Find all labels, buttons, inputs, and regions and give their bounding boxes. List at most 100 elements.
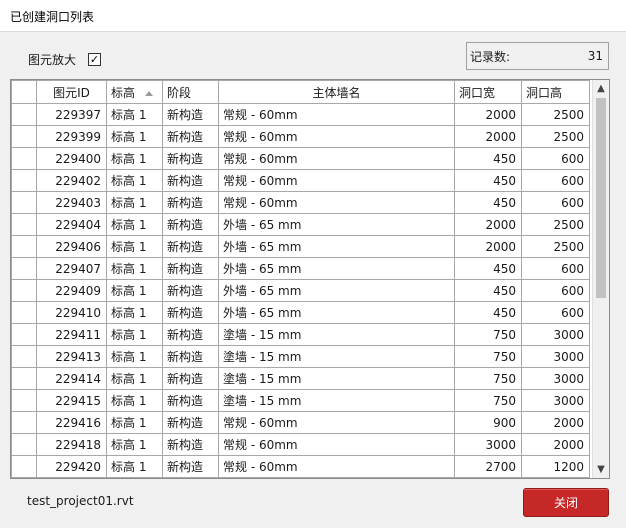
table-cell[interactable]: 新构造 [162,389,219,412]
table-cell[interactable]: 新构造 [162,103,219,126]
table-cell[interactable]: 标高 1 [106,411,163,434]
table-cell[interactable]: 标高 1 [106,169,163,192]
table-cell[interactable]: 外墙 - 65 mm [218,279,455,302]
table-cell[interactable]: 229410 [36,301,107,324]
table-cell[interactable]: 450 [454,191,522,214]
table-cell[interactable]: 450 [454,279,522,302]
table-cell[interactable]: 新构造 [162,235,219,258]
table-cell[interactable]: 450 [454,257,522,280]
table-cell[interactable]: 常规 - 60mm [218,411,455,434]
table-cell[interactable]: 229403 [36,191,107,214]
table-cell[interactable]: 新构造 [162,411,219,434]
table-cell[interactable]: 外墙 - 65 mm [218,235,455,258]
column-header-element-id[interactable]: 图元ID [36,80,107,104]
table-cell[interactable]: 新构造 [162,169,219,192]
table-cell[interactable]: 常规 - 60mm [218,455,455,478]
table-cell[interactable]: 新构造 [162,147,219,170]
table-row[interactable]: 229397 标高 1 新构造 常规 - 60mm 2000 2500 [11,103,590,126]
table-cell[interactable]: 常规 - 60mm [218,103,455,126]
table-cell[interactable]: 229414 [36,367,107,390]
table-cell[interactable]: 标高 1 [106,257,163,280]
zoom-checkbox[interactable]: ✓ [88,52,102,66]
table-cell[interactable]: 3000 [521,367,590,390]
table-cell[interactable]: 新构造 [162,279,219,302]
table-cell[interactable]: 229402 [36,169,107,192]
table-cell[interactable]: 229399 [36,125,107,148]
table-cell[interactable]: 新构造 [162,345,219,368]
table-cell[interactable]: 2500 [521,213,590,236]
row-header-cell[interactable] [11,257,37,280]
row-header-cell[interactable] [11,301,37,324]
table-row[interactable]: 229414 标高 1 新构造 塗墙 - 15 mm 750 3000 [11,367,590,390]
table-cell[interactable]: 229409 [36,279,107,302]
table-cell[interactable]: 450 [454,147,522,170]
table-cell[interactable]: 1200 [521,455,590,478]
column-header-height[interactable]: 洞口高 [521,80,590,104]
table-cell[interactable]: 塗墙 - 15 mm [218,389,455,412]
table-cell[interactable]: 2000 [521,411,590,434]
row-header-cell[interactable] [11,169,37,192]
table-cell[interactable]: 600 [521,147,590,170]
row-header-cell[interactable] [11,411,37,434]
table-cell[interactable]: 229404 [36,213,107,236]
table-cell[interactable]: 229418 [36,433,107,456]
scroll-thumb[interactable] [596,98,606,298]
table-cell[interactable]: 标高 1 [106,213,163,236]
table-row[interactable]: 229400 标高 1 新构造 常规 - 60mm 450 600 [11,147,590,170]
table-cell[interactable]: 750 [454,389,522,412]
table-cell[interactable]: 标高 1 [106,367,163,390]
table-cell[interactable]: 600 [521,169,590,192]
table-cell[interactable]: 450 [454,301,522,324]
table-row[interactable]: 229403 标高 1 新构造 常规 - 60mm 450 600 [11,191,590,214]
scroll-up-icon[interactable]: ▲ [593,80,609,97]
table-row[interactable]: 229407 标高 1 新构造 外墙 - 65 mm 450 600 [11,257,590,280]
table-cell[interactable]: 新构造 [162,257,219,280]
column-header-phase[interactable]: 阶段 [162,80,219,104]
table-cell[interactable]: 2000 [521,433,590,456]
table-row[interactable]: 229420 标高 1 新构造 常规 - 60mm 2700 1200 [11,455,590,478]
table-cell[interactable]: 3000 [454,433,522,456]
row-header-cell[interactable] [11,147,37,170]
close-button[interactable]: 关闭 [523,488,609,517]
scroll-down-icon[interactable]: ▼ [593,461,609,478]
table-cell[interactable]: 新构造 [162,125,219,148]
table-cell[interactable]: 常规 - 60mm [218,125,455,148]
table-cell[interactable]: 2500 [521,103,590,126]
table-cell[interactable]: 229397 [36,103,107,126]
table-row[interactable]: 229418 标高 1 新构造 常规 - 60mm 3000 2000 [11,433,590,456]
table-cell[interactable]: 新构造 [162,433,219,456]
table-cell[interactable]: 750 [454,345,522,368]
table-cell[interactable]: 标高 1 [106,279,163,302]
table-cell[interactable]: 新构造 [162,191,219,214]
table-row[interactable]: 229406 标高 1 新构造 外墙 - 65 mm 2000 2500 [11,235,590,258]
row-header-cell[interactable] [11,279,37,302]
table-cell[interactable]: 标高 1 [106,433,163,456]
table-cell[interactable]: 3000 [521,323,590,346]
table-cell[interactable]: 常规 - 60mm [218,169,455,192]
table-cell[interactable]: 450 [454,169,522,192]
table-cell[interactable]: 229413 [36,345,107,368]
table-cell[interactable]: 750 [454,323,522,346]
table-cell[interactable]: 常规 - 60mm [218,147,455,170]
table-cell[interactable]: 外墙 - 65 mm [218,213,455,236]
table-cell[interactable]: 常规 - 60mm [218,191,455,214]
table-cell[interactable]: 229407 [36,257,107,280]
table-cell[interactable]: 2700 [454,455,522,478]
table-row[interactable]: 229415 标高 1 新构造 塗墙 - 15 mm 750 3000 [11,389,590,412]
table-cell[interactable]: 3000 [521,389,590,412]
table-cell[interactable]: 2000 [454,213,522,236]
vertical-scrollbar[interactable]: ▲ ▼ [592,80,609,478]
table-cell[interactable]: 600 [521,301,590,324]
table-row[interactable]: 229399 标高 1 新构造 常规 - 60mm 2000 2500 [11,125,590,148]
table-cell[interactable]: 标高 1 [106,235,163,258]
table-row[interactable]: 229411 标高 1 新构造 塗墙 - 15 mm 750 3000 [11,323,590,346]
row-header-cell[interactable] [11,389,37,412]
table-cell[interactable]: 229406 [36,235,107,258]
table-cell[interactable]: 外墙 - 65 mm [218,257,455,280]
table-cell[interactable]: 229415 [36,389,107,412]
table-cell[interactable]: 新构造 [162,213,219,236]
row-header-cell[interactable] [11,191,37,214]
table-cell[interactable]: 2000 [454,235,522,258]
table-cell[interactable]: 标高 1 [106,301,163,324]
row-header-cell[interactable] [11,455,37,478]
